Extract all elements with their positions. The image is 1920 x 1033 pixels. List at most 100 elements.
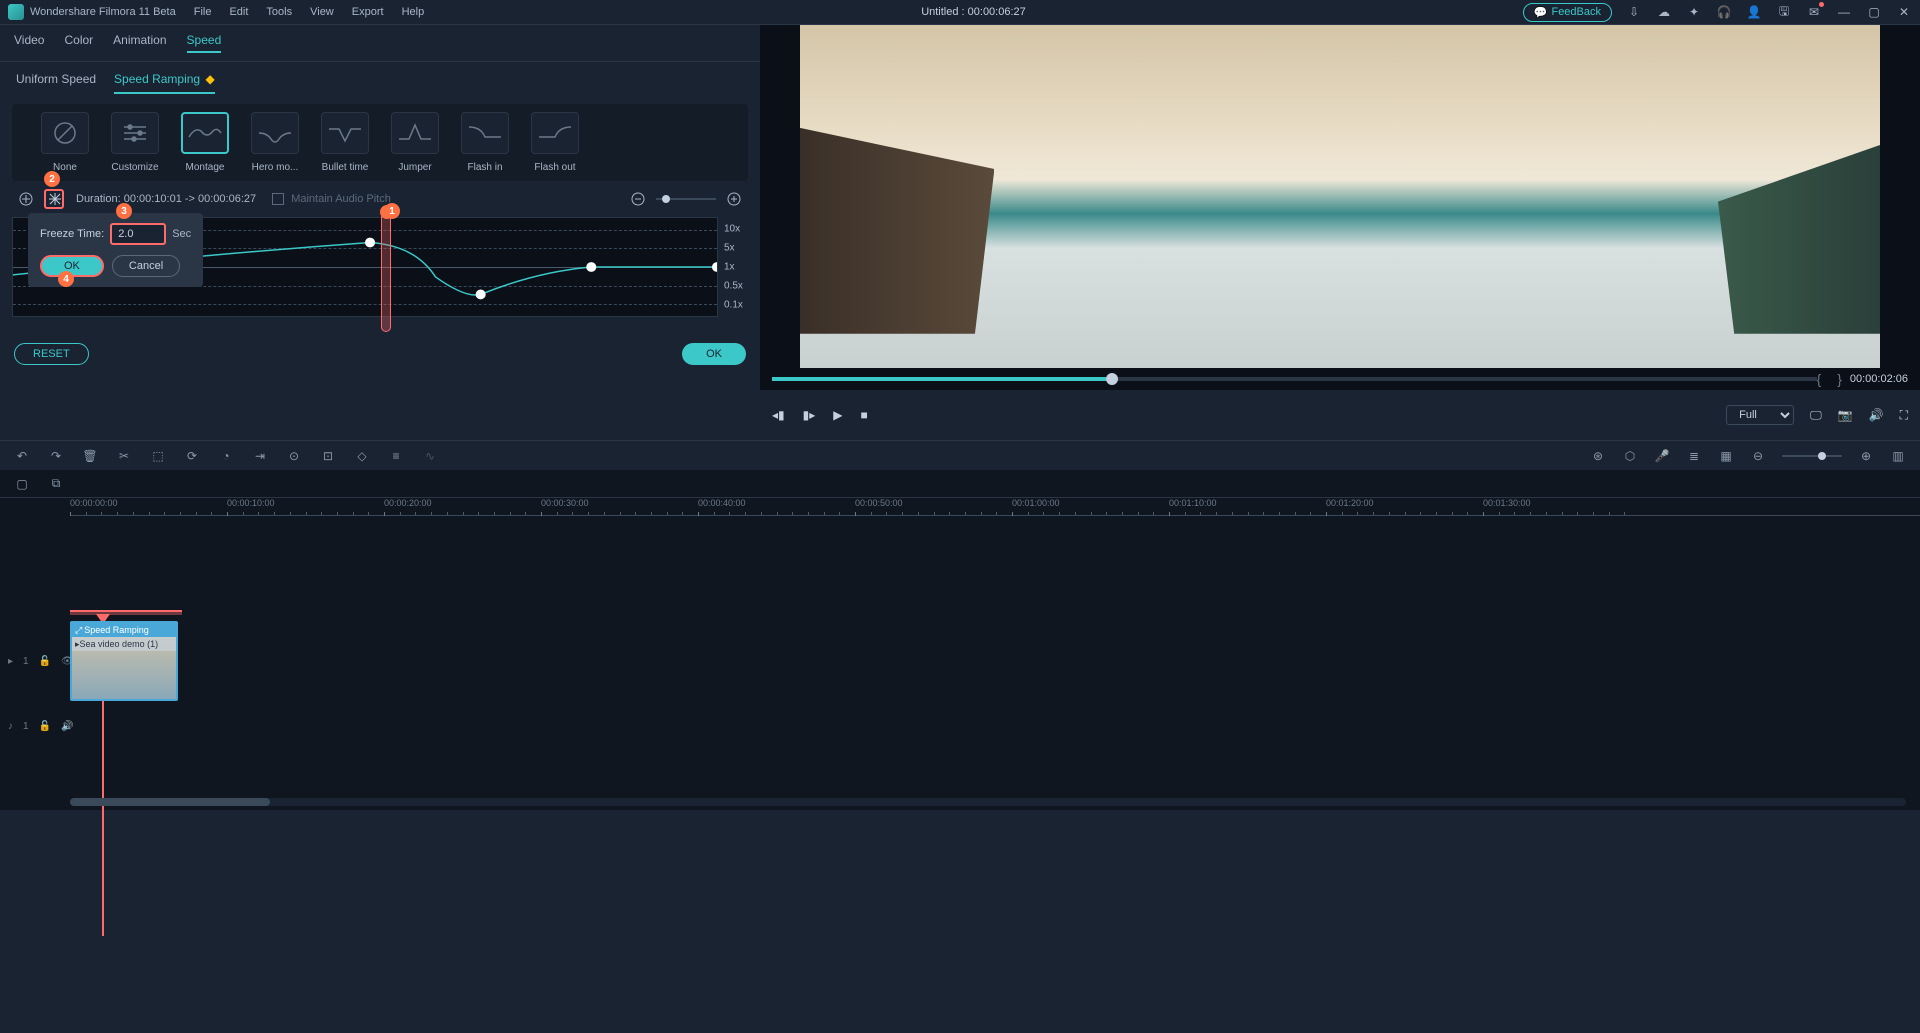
split-icon[interactable]: ✂ [116,448,132,464]
audio-track: ♪ 1 🔓 🔊 [0,706,1920,746]
lock-icon[interactable]: 🔓 [39,656,51,667]
play-icon[interactable]: ▶ [833,408,842,422]
keyframe-icon[interactable]: ◇ [354,448,370,464]
tab-speed[interactable]: Speed [187,33,222,53]
timeline-zoom-in-icon[interactable]: ⊕ [1858,448,1874,464]
menu-help[interactable]: Help [402,6,425,18]
cloud-icon[interactable]: ☁ [1656,4,1672,20]
preset-bullet-time[interactable]: Bullet time [316,112,374,173]
ruler-tick: 00:01:10:00 [1169,498,1217,508]
user-icon[interactable]: 👤 [1746,4,1762,20]
ramp-playhead[interactable] [381,212,391,332]
delete-icon[interactable]: 🗑 [82,448,98,464]
ok-button[interactable]: OK [682,343,746,365]
download-icon[interactable]: ⇩ [1626,4,1642,20]
speed-axis-labels: 10x 5x 1x 0.5x 0.1x [718,217,748,317]
mark-in-icon[interactable]: { [1817,371,1822,387]
progress-handle[interactable] [1106,373,1118,385]
next-frame-icon[interactable]: ▮▸ [803,408,816,422]
subtab-uniform-speed[interactable]: Uniform Speed [16,72,96,94]
tab-animation[interactable]: Animation [113,33,166,53]
maximize-icon[interactable]: ▢ [1866,4,1882,20]
scrollbar-thumb[interactable] [70,798,270,806]
add-keyframe-icon[interactable] [16,189,36,209]
freeze-cancel-button[interactable]: Cancel [112,255,180,277]
record-icon[interactable]: 🎤 [1654,448,1670,464]
settings-icon[interactable]: ≡ [388,448,404,464]
premium-star-icon: ◆ [205,72,214,86]
title-right: 💬 FeedBack ⇩ ☁ ✦ 🎧 👤 🖫 ✉ — ▢ ✕ [1523,3,1912,22]
clip-name: Sea video demo (1) [80,639,159,649]
zoom-out-icon[interactable] [628,189,648,209]
headset-icon[interactable]: 🎧 [1716,4,1732,20]
menu-file[interactable]: File [194,6,212,18]
checkbox-icon[interactable] [272,193,284,205]
preview-quality-select[interactable]: Full [1726,405,1794,425]
undo-icon[interactable]: ↶ [14,448,30,464]
preview-progress[interactable] [772,377,1817,381]
stop-icon[interactable]: ■ [861,408,868,422]
prev-frame-icon[interactable]: ◂▮ [772,408,785,422]
marker-icon[interactable]: ⬡ [1622,448,1638,464]
freeze-time-input[interactable] [110,223,166,245]
preset-flash-in[interactable]: Flash in [456,112,514,173]
ruler-tick: 00:00:20:00 [384,498,432,508]
track-manage-icon[interactable]: ▦ [1718,448,1734,464]
subtab-speed-ramping[interactable]: Speed Ramping ◆ [114,72,215,94]
feedback-button[interactable]: 💬 FeedBack [1523,3,1612,22]
minimize-icon[interactable]: — [1836,4,1852,20]
fullscreen-icon[interactable]: ⛶ [1900,408,1908,423]
preview-controls: ◂▮ ▮▸ ▶ ■ Full 🖵 📷 🔊 ⛶ [760,390,1920,440]
zoom-fit-icon[interactable]: ▥ [1890,448,1906,464]
zoom-in-icon[interactable] [724,189,744,209]
render-icon[interactable]: ⊛ [1590,448,1606,464]
color-tool-icon[interactable]: ◔ [218,448,234,464]
callout-3: 3 [116,203,132,219]
sparkle-icon[interactable]: ✦ [1686,4,1702,20]
mixer-icon[interactable]: ≣ [1686,448,1702,464]
video-clip[interactable]: ⤢Speed Ramping ▸Sea video demo (1) [70,621,178,701]
lock-audio-icon[interactable]: 🔓 [39,721,51,732]
freeze-time-unit: Sec [172,228,191,240]
preview-image[interactable] [800,25,1880,368]
mail-icon[interactable]: ✉ [1806,4,1822,20]
timeline-ruler[interactable]: 00:00:00:0000:00:10:0000:00:20:0000:00:3… [70,498,1920,516]
preset-jumper[interactable]: Jumper [386,112,444,173]
menu-view[interactable]: View [310,6,334,18]
timeline-options-icon[interactable]: ▢ [14,476,30,492]
reset-button[interactable]: RESET [14,343,89,365]
redo-icon[interactable]: ↷ [48,448,64,464]
speed-tool-icon[interactable]: ⟳ [184,448,200,464]
ramp-zoom-slider[interactable] [656,198,716,200]
preset-hero-moment[interactable]: Hero mo... [246,112,304,173]
magnet-icon[interactable]: ⧉ [48,476,64,492]
timeline-zoom-slider[interactable] [1782,455,1842,457]
detach-icon[interactable]: ⊡ [320,448,336,464]
close-icon[interactable]: ✕ [1896,4,1912,20]
menu-tools[interactable]: Tools [266,6,292,18]
display-icon[interactable]: 🖵 [1810,408,1822,423]
mark-out-icon[interactable]: } [1837,371,1842,387]
preset-none[interactable]: None [36,112,94,173]
preset-montage[interactable]: Montage [176,112,234,173]
timeline-scrollbar[interactable] [70,798,1906,806]
preset-customize[interactable]: Customize [106,112,164,173]
left-panel: Video Color Animation Speed Uniform Spee… [0,25,760,440]
snapshot-icon[interactable]: 📷 [1838,408,1853,422]
maintain-pitch[interactable]: Maintain Audio Pitch [272,193,391,205]
video-track-icon: ▸ [8,656,13,667]
freeze-frame-icon[interactable] [44,189,64,209]
export-tool-icon[interactable]: ⇥ [252,448,268,464]
crop-icon[interactable]: ⬚ [150,448,166,464]
duration-tool-icon[interactable]: ⊙ [286,448,302,464]
preset-flash-out[interactable]: Flash out [526,112,584,173]
menu-export[interactable]: Export [352,6,384,18]
clip-fx-icon: ⤢ [75,625,82,636]
tab-color[interactable]: Color [64,33,93,53]
ruler-tick: 00:01:30:00 [1483,498,1531,508]
menu-edit[interactable]: Edit [229,6,248,18]
timeline-zoom-out-icon[interactable]: ⊖ [1750,448,1766,464]
save-icon[interactable]: 🖫 [1776,4,1792,20]
volume-icon[interactable]: 🔊 [1869,408,1884,422]
tab-video[interactable]: Video [14,33,44,53]
